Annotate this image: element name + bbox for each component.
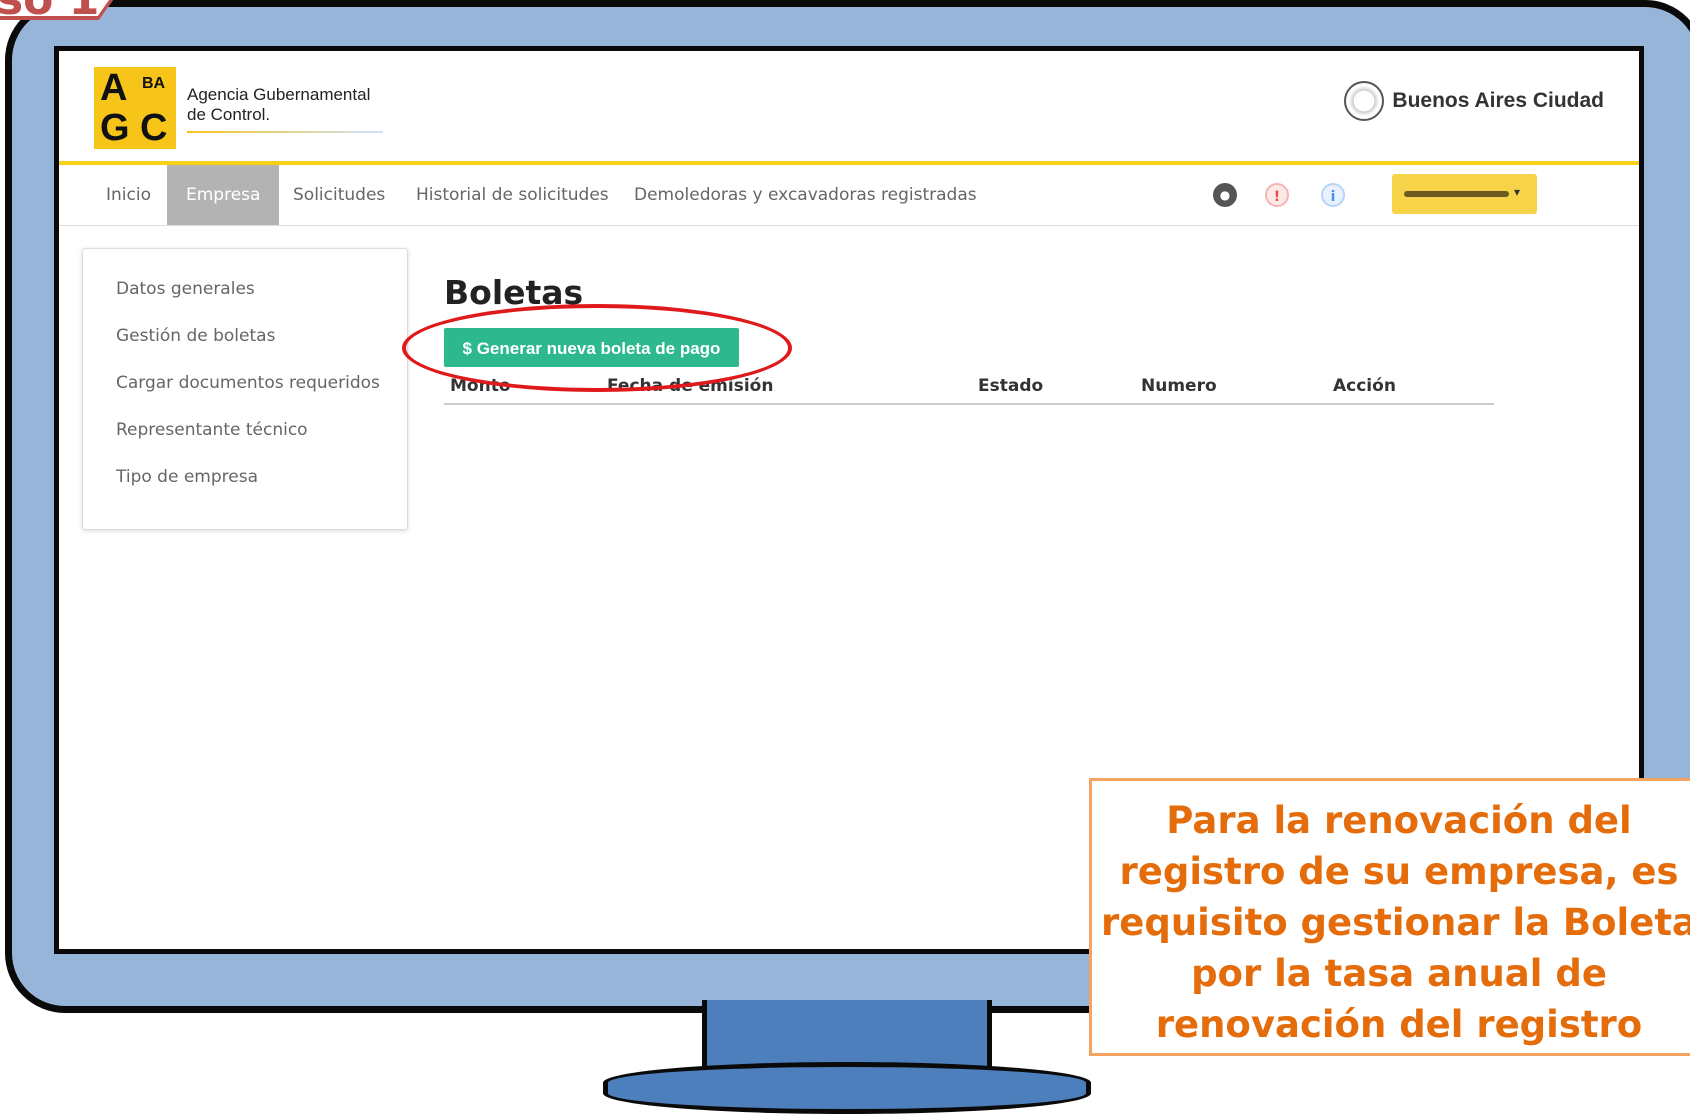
org-name-line1: Agencia Gubernamental: [187, 85, 371, 104]
instruction-callout: Para la renovación del registro de su em…: [1089, 778, 1690, 1056]
nav-item-demoledoras[interactable]: Demoledoras y excavadoras registradas: [616, 165, 995, 225]
app-header: A BA G C Agencia Gubernamental de Contro…: [59, 51, 1639, 165]
chevron-down-icon: ▾: [1514, 185, 1521, 199]
company-sidebar: Datos generales Gestión de boletas Carga…: [82, 248, 408, 530]
city-name: Buenos Aires Ciudad: [1392, 89, 1604, 112]
org-name-line2: de Control.: [187, 105, 271, 124]
monitor-stand-base: [603, 1062, 1091, 1114]
logo-letter-g: G: [100, 107, 130, 149]
sidebar-item-datos-generales[interactable]: Datos generales: [116, 279, 255, 299]
logo-letter-a: A: [100, 67, 128, 109]
logo-letter-ba: BA: [142, 75, 166, 92]
sidebar-item-representante-tecnico[interactable]: Representante técnico: [116, 420, 308, 440]
callout-line-4: por la tasa anual de: [1191, 952, 1607, 995]
highlight-oval: [402, 304, 792, 392]
city-seal-icon: [1344, 81, 1385, 121]
nav-item-empresa[interactable]: Empresa: [167, 165, 280, 225]
table-header-rule: [444, 403, 1494, 405]
column-header-numero: Numero: [1141, 376, 1217, 396]
callout-line-5: renovación del registro: [1155, 1003, 1643, 1046]
callout-line-2: registro de su empresa, es: [1119, 850, 1679, 893]
sidebar-item-tipo-empresa[interactable]: Tipo de empresa: [116, 467, 258, 487]
step-label: so 1: [0, 0, 109, 30]
sidebar-item-gestion-boletas[interactable]: Gestión de boletas: [116, 326, 275, 346]
column-header-estado: Estado: [978, 376, 1044, 396]
agc-logo: A BA G C: [94, 67, 176, 149]
callout-text: Para la renovación del registro de su em…: [1092, 795, 1690, 1050]
nav-item-historial[interactable]: Historial de solicitudes: [398, 165, 627, 225]
main-nav: Inicio Empresa Solicitudes Historial de …: [59, 165, 1639, 226]
info-icon[interactable]: i: [1321, 183, 1345, 207]
globe-icon[interactable]: ●: [1213, 183, 1237, 207]
column-header-accion: Acción: [1333, 376, 1396, 396]
nav-item-solicitudes[interactable]: Solicitudes: [275, 165, 403, 225]
user-id-redacted: [1404, 191, 1509, 197]
org-name: Agencia Gubernamental de Control.: [187, 85, 370, 125]
user-menu-button[interactable]: ▾: [1392, 174, 1537, 214]
nav-item-inicio[interactable]: Inicio: [89, 165, 168, 225]
callout-line-1: Para la renovación del: [1166, 799, 1632, 842]
sidebar-item-cargar-documentos[interactable]: Cargar documentos requeridos: [116, 373, 380, 393]
logo-letter-c: C: [140, 107, 168, 149]
callout-line-3: requisito gestionar la Boleta: [1101, 901, 1690, 944]
alert-icon[interactable]: !: [1265, 183, 1289, 207]
city-brand: Buenos Aires Ciudad: [1344, 81, 1604, 121]
org-underline: [187, 131, 383, 133]
